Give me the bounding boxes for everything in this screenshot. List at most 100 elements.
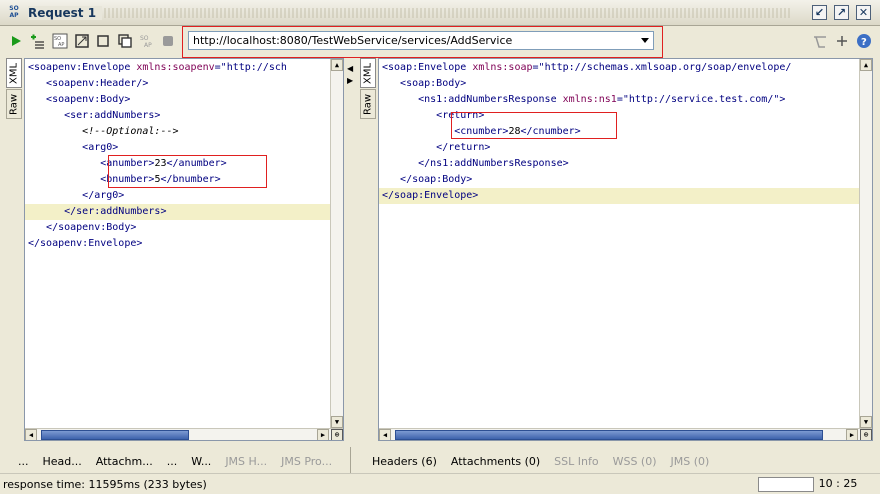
code-token: <bnumber> [28,174,155,185]
create-mockservice-icon[interactable]: SO AP [52,33,68,49]
wsdl-tools-icon[interactable] [812,33,828,49]
code-token: <soapenv:Body> [28,94,131,105]
soap-endpoint-icon[interactable]: SO AP [139,33,155,49]
code-line[interactable]: </ser:addNumbers> [25,204,343,220]
close-icon[interactable]: ✕ [856,5,871,20]
collapse-left-icon[interactable]: ◀ [347,64,353,73]
request-bottom-tab[interactable]: ... [167,455,178,468]
help-icon[interactable]: ? [856,33,872,49]
code-line[interactable]: <soap:Envelope xmlns:soap="http://schema… [379,60,872,76]
code-line[interactable]: <return> [379,108,872,124]
response-tab-xml[interactable]: XML [360,58,376,88]
cursor-position: 10 : 25 [818,477,858,490]
code-line[interactable]: <ser:addNumbers> [25,108,343,124]
response-xml-content[interactable]: <soap:Envelope xmlns:soap="http://schema… [379,59,872,204]
code-line[interactable]: <!--Optional:--> [25,124,343,140]
title-bar-grip [92,8,790,18]
code-token: </cnumber> [520,126,581,137]
code-line[interactable]: <soapenv:Envelope xmlns:soapenv="http://… [25,60,343,76]
code-token: </soapenv:Body> [28,222,137,233]
response-attachments-tab[interactable]: Attachments (0) [451,455,540,468]
code-line[interactable]: </ns1:addNumbersResponse> [379,156,872,172]
response-wss-tab[interactable]: WSS (0) [613,455,657,468]
request-xml-content[interactable]: <soapenv:Envelope xmlns:soapenv="http://… [25,59,343,252]
scroll-up-icon[interactable]: ▲ [860,59,872,71]
cancel-request-icon[interactable] [160,33,176,49]
run-icon[interactable] [8,33,24,49]
response-horizontal-scrollbar[interactable]: ◀ ▶ ⊕ [379,428,872,440]
request-tab-raw[interactable]: Raw [6,89,22,119]
svg-text:?: ? [861,37,867,48]
code-line[interactable]: <anumber>23</anumber> [25,156,343,172]
code-token: <soap:Body> [382,78,467,89]
code-token: 28 [508,126,521,137]
code-token: xmlns:ns1 [562,94,617,105]
code-line[interactable]: <cnumber>28</cnumber> [379,124,872,140]
response-scroll-thumb[interactable] [395,430,823,440]
code-line[interactable]: </soap:Envelope> [379,188,872,204]
code-line[interactable]: <soapenv:Body> [25,92,343,108]
request-headers-tab[interactable]: Head... [43,455,82,468]
progress-indicator [758,477,814,492]
request-wss-tab[interactable]: W... [191,455,211,468]
copy-request-icon[interactable] [117,33,133,49]
scroll-left-icon[interactable]: ◀ [379,429,391,440]
response-headers-tab[interactable]: Headers (6) [372,455,437,468]
response-editor[interactable]: <soap:Envelope xmlns:soap="http://schema… [378,58,873,441]
scroll-down-icon[interactable]: ▼ [331,416,343,428]
code-token: <ser:addNumbers> [28,110,161,121]
request-vertical-scrollbar[interactable]: ▲ ▼ [330,59,343,428]
detach-icon[interactable]: ↙ [812,5,827,20]
code-line[interactable]: </soap:Body> [379,172,872,188]
code-line[interactable]: </arg0> [25,188,343,204]
maximize-icon[interactable]: ↗ [834,5,849,20]
code-token: <soapenv:Envelope [28,62,137,73]
scroll-down-icon[interactable]: ▼ [860,416,872,428]
code-token: ="http://sch [214,62,287,73]
clone-request-icon[interactable] [95,33,111,49]
find-icon[interactable]: ⊕ [860,429,872,440]
status-bar: response time: 11595ms (233 bytes) 10 : … [0,473,880,494]
code-line[interactable]: <ns1:addNumbersResponse xmlns:ns1="http:… [379,92,872,108]
request-attachments-tab[interactable]: Attachm... [96,455,153,468]
split-divider[interactable]: ◀ ▶ [346,58,356,442]
request-jms-headers-tab[interactable]: JMS H... [225,455,267,468]
code-token: </soapenv:Envelope> [28,238,143,249]
scroll-up-icon[interactable]: ▲ [331,59,343,71]
find-icon[interactable]: ⊕ [331,429,343,440]
scroll-right-icon[interactable]: ▶ [317,429,329,440]
endpoint-select[interactable]: http://localhost:8080/TestWebService/ser… [188,31,654,50]
add-assertion-icon[interactable] [29,33,45,49]
response-tab-raw[interactable]: Raw [360,89,376,119]
code-token: <anumber> [28,158,155,169]
scroll-right-icon[interactable]: ▶ [846,429,858,440]
code-token: </ns1:addNumbersResponse> [382,158,569,169]
response-side-tabs: XML Raw [358,58,376,442]
code-token: <soap:Envelope [382,62,473,73]
request-editor[interactable]: <soapenv:Envelope xmlns:soapenv="http://… [24,58,344,441]
code-line[interactable]: </soapenv:Envelope> [25,236,343,252]
response-jms-tab[interactable]: JMS (0) [671,455,710,468]
scroll-left-icon[interactable]: ◀ [25,429,37,440]
request-horizontal-scrollbar[interactable]: ◀ ▶ ⊕ [25,428,343,440]
request-scroll-thumb[interactable] [41,430,189,440]
add-icon[interactable] [834,33,850,49]
request-tab-xml[interactable]: XML [6,58,22,88]
recreate-request-icon[interactable] [74,33,90,49]
response-ssl-info-tab[interactable]: SSL Info [554,455,598,468]
code-token: <cnumber> [382,126,509,137]
request-bottom-tab[interactable]: ... [18,455,29,468]
code-line[interactable]: </return> [379,140,872,156]
chevron-down-icon[interactable] [637,32,653,49]
svg-text:AP: AP [58,42,64,48]
response-vertical-scrollbar[interactable]: ▲ ▼ [859,59,872,428]
code-line[interactable]: <bnumber>5</bnumber> [25,172,343,188]
code-line[interactable]: <soap:Body> [379,76,872,92]
code-token: </return> [382,142,491,153]
code-line[interactable]: <arg0> [25,140,343,156]
code-token: ="http://service.test.com/"> [616,94,786,105]
request-jms-properties-tab[interactable]: JMS Pro... [281,455,332,468]
collapse-right-icon[interactable]: ▶ [347,76,353,85]
code-line[interactable]: <soapenv:Header/> [25,76,343,92]
code-line[interactable]: </soapenv:Body> [25,220,343,236]
